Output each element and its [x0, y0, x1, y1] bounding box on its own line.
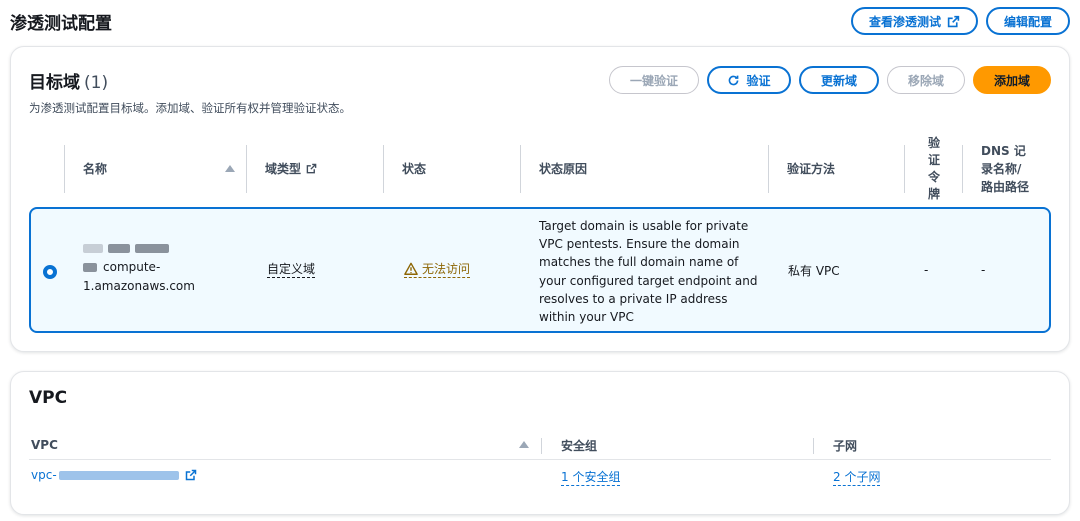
warning-icon	[404, 262, 418, 275]
redacted-block	[135, 244, 169, 253]
external-link-icon[interactable]	[185, 469, 197, 481]
row-verify-token: -	[924, 263, 929, 277]
subnet-link[interactable]: 2 个子网	[833, 468, 881, 486]
header-actions: 查看渗透测试 编辑配置	[850, 7, 1070, 35]
column-header-status-reason-label: 状态原因	[539, 162, 588, 176]
target-table-header: 名称 域类型 状态 状态原因 验证方法 验 证 令 牌 DNS 记 录名称/ 路…	[29, 131, 1051, 206]
sort-icon[interactable]	[225, 165, 235, 172]
target-domains-title: 目标域 (1)	[29, 68, 108, 93]
target-domains-header: 目标域 (1) 一键验证 验证 更新域 移除域 添加域	[29, 65, 1051, 95]
redacted-block	[108, 244, 130, 253]
remove-domain-button[interactable]: 移除域	[887, 66, 965, 94]
update-domain-button[interactable]: 更新域	[799, 66, 879, 94]
edit-config-button[interactable]: 编辑配置	[985, 7, 1070, 35]
column-header-name-label: 名称	[83, 162, 108, 176]
column-header-name[interactable]: 名称	[65, 131, 247, 206]
sort-icon[interactable]	[519, 441, 529, 448]
column-header-status-label: 状态	[402, 162, 427, 176]
external-link-icon[interactable]	[306, 163, 317, 174]
select-column-header	[29, 131, 65, 206]
add-domain-button[interactable]: 添加域	[973, 66, 1051, 94]
view-pentest-label: 查看渗透测试	[868, 14, 941, 29]
status-badge[interactable]: 无法访问	[404, 260, 471, 278]
name-line-3: 1.amazonaws.com	[83, 279, 195, 293]
row-status-reason: Target domain is usable for private VPC …	[539, 219, 758, 325]
column-header-domain-type-label: 域类型	[265, 162, 302, 176]
vpc-column-header: VPC	[31, 438, 58, 452]
row-dns: -	[981, 263, 986, 277]
subnet-column-header: 子网	[833, 438, 858, 453]
view-pentest-button[interactable]: 查看渗透测试	[850, 7, 978, 35]
column-header-dns-label: DNS 记 录名称/ 路由路径	[981, 143, 1030, 194]
name-line: compute-	[83, 258, 160, 277]
column-header-dns: DNS 记 录名称/ 路由路径	[963, 131, 1065, 206]
target-domains-panel: 目标域 (1) 一键验证 验证 更新域 移除域 添加域 为渗透测试配置目标域。添加…	[10, 46, 1070, 352]
target-domains-description: 为渗透测试配置目标域。添加域、验证所有权并管理验证状态。	[29, 101, 351, 115]
verify-button[interactable]: 验证	[707, 66, 791, 94]
row-verify-method: 私有 VPC	[788, 263, 840, 278]
redacted-block	[83, 244, 103, 253]
row-name: compute- 1.amazonaws.com	[83, 239, 243, 296]
target-domains-title-text: 目标域	[29, 72, 80, 93]
vpc-title: VPC	[29, 388, 68, 408]
refresh-icon	[729, 75, 739, 85]
table-row[interactable]: compute- 1.amazonaws.com 自定义域 无法访问 Targe…	[29, 207, 1051, 333]
target-domains-count: (1)	[84, 72, 109, 93]
vpc-id-prefix: vpc-	[31, 468, 57, 482]
redacted-block	[58, 470, 179, 480]
column-header-status-reason: 状态原因	[521, 131, 769, 206]
row-status[interactable]: 无法访问	[404, 259, 471, 279]
column-header-status: 状态	[384, 131, 521, 206]
status-text: 无法访问	[422, 262, 471, 276]
column-header-verify-token: 验 证 令 牌	[905, 131, 963, 206]
vpc-table-header: VPC 安全组 子网	[29, 430, 1051, 460]
target-domains-actions: 一键验证 验证 更新域 移除域 添加域	[609, 66, 1051, 94]
row-radio-selected[interactable]	[43, 265, 57, 279]
external-link-icon	[947, 15, 960, 27]
column-header-verify-method: 验证方法	[769, 131, 905, 206]
security-group-link[interactable]: 1 个安全组	[561, 468, 621, 486]
page-title: 渗透测试配置	[10, 13, 112, 34]
redacted-block	[83, 263, 97, 272]
verify-label: 验证	[746, 73, 771, 88]
column-header-verify-method-label: 验证方法	[787, 162, 836, 176]
vpc-panel: VPC VPC 安全组 子网 vpc- 1 个安全组 2 个子网	[10, 371, 1070, 515]
column-divider	[813, 438, 814, 454]
domain-type-value: 自定义域	[267, 262, 316, 278]
row-domain-type: 自定义域	[267, 259, 316, 279]
security-group-column-header: 安全组	[561, 438, 598, 453]
verify-all-button[interactable]: 一键验证	[609, 66, 699, 94]
page-header: 渗透测试配置 查看渗透测试 编辑配置	[10, 6, 1070, 36]
vpc-table-row: vpc- 1 个安全组 2 个子网	[29, 464, 1051, 490]
column-divider	[541, 438, 542, 454]
column-header-domain-type: 域类型	[247, 131, 384, 206]
column-header-verify-token-label: 验 证 令 牌	[927, 135, 940, 201]
vpc-id-link[interactable]: vpc-	[31, 468, 197, 482]
redacted-name	[83, 239, 169, 258]
name-line-2: compute-	[103, 260, 161, 274]
